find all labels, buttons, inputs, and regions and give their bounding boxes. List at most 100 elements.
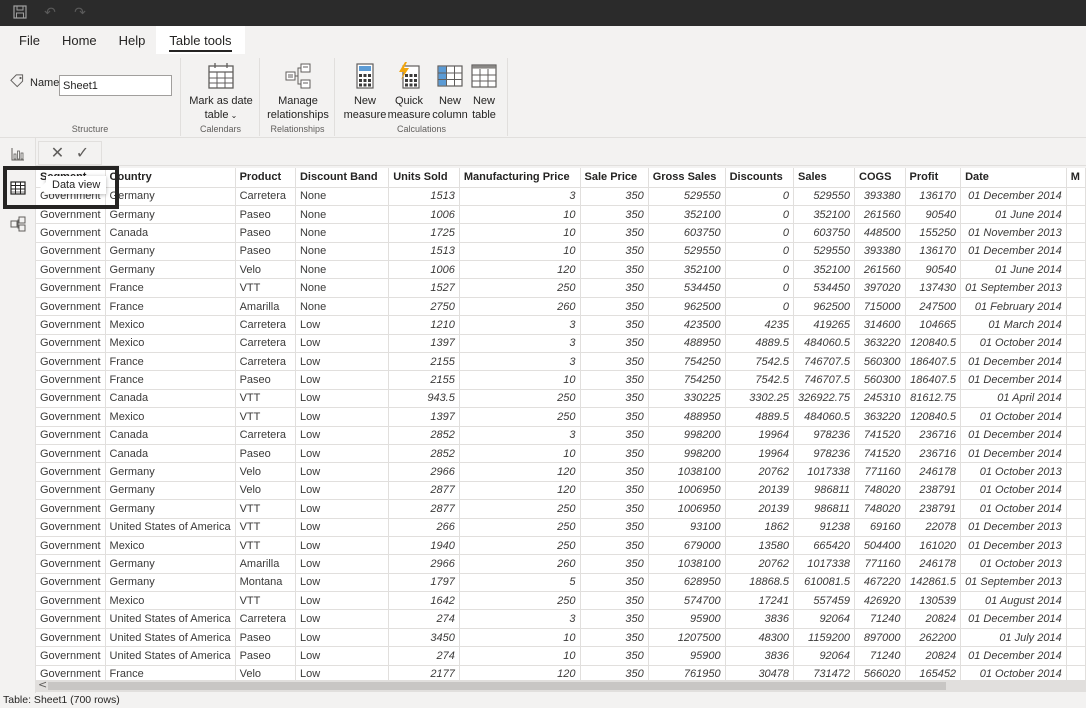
table-cell[interactable]: 104665	[905, 315, 962, 335]
table-cell[interactable]: Canada	[105, 223, 236, 243]
table-cell[interactable]: 4889.5	[725, 407, 795, 427]
table-cell[interactable]: 01 December 2014	[960, 187, 1067, 206]
table-cell[interactable]: 1513	[388, 187, 460, 206]
table-cell[interactable]: Government	[36, 573, 106, 593]
table-cell[interactable]: France	[105, 352, 236, 372]
table-cell[interactable]: 91238	[793, 518, 856, 537]
table-cell[interactable]: 448500	[854, 223, 906, 243]
table-cell[interactable]: 566020	[854, 665, 906, 680]
table-cell[interactable]: Low	[295, 665, 390, 680]
table-cell[interactable]: 3836	[725, 646, 795, 666]
table-cell[interactable]: 350	[580, 628, 649, 648]
table-cell[interactable]: 314600	[854, 315, 906, 335]
report-view-button[interactable]	[8, 144, 28, 164]
table-cell[interactable]: 0	[725, 187, 795, 206]
table-cell[interactable]: 1797	[388, 573, 460, 593]
table-cell[interactable]: 2852	[388, 426, 460, 445]
table-cell[interactable]: 260	[459, 554, 581, 574]
table-cell[interactable]: 186407.5	[905, 370, 962, 390]
table-cell[interactable]: 13580	[725, 536, 795, 556]
table-cell[interactable]: 679000	[648, 536, 726, 556]
table-cell[interactable]: 01 July 2014	[960, 628, 1067, 648]
table-cell[interactable]: Mexico	[105, 536, 236, 556]
table-cell[interactable]: 363220	[854, 334, 906, 354]
table-cell[interactable]: 2966	[388, 554, 460, 574]
table-cell[interactable]: VTT	[235, 591, 296, 611]
table-cell[interactable]: 01 December 2014	[960, 242, 1067, 262]
table-cell[interactable]	[1066, 315, 1086, 335]
table-cell[interactable]: 350	[580, 462, 649, 482]
table-cell[interactable]: 352100	[648, 260, 726, 280]
column-header[interactable]: Manufacturing Price	[459, 168, 581, 188]
table-cell[interactable]: Carretera	[235, 315, 296, 335]
table-cell[interactable]	[1066, 462, 1086, 482]
table-cell[interactable]: 161020	[905, 536, 962, 556]
table-cell[interactable]	[1066, 297, 1086, 317]
save-icon[interactable]	[12, 4, 28, 22]
table-cell[interactable]: 978236	[793, 426, 856, 445]
table-cell[interactable]: VTT	[235, 278, 296, 298]
table-cell[interactable]: 504400	[854, 536, 906, 556]
table-cell[interactable]: 397020	[854, 278, 906, 298]
table-cell[interactable]	[1066, 481, 1086, 501]
table-cell[interactable]: Government	[36, 370, 106, 390]
table-cell[interactable]: 350	[580, 591, 649, 611]
table-cell[interactable]: 250	[459, 407, 581, 427]
table-cell[interactable]: 998200	[648, 444, 726, 464]
table-cell[interactable]: 01 December 2014	[960, 609, 1067, 629]
table-cell[interactable]: Carretera	[235, 352, 296, 372]
table-cell[interactable]: 771160	[854, 462, 906, 482]
table-cell[interactable]: 274	[388, 609, 460, 629]
table-cell[interactable]: 20824	[905, 646, 962, 666]
table-cell[interactable]: Government	[36, 609, 106, 629]
table-cell[interactable]: 18868.5	[725, 573, 795, 593]
table-cell[interactable]	[1066, 352, 1086, 372]
table-cell[interactable]: 962500	[648, 297, 726, 317]
table-cell[interactable]	[1066, 242, 1086, 262]
table-cell[interactable]: Carretera	[235, 609, 296, 629]
table-cell[interactable]: 741520	[854, 426, 906, 445]
table-cell[interactable]: 330225	[648, 389, 726, 409]
table-cell[interactable]: 350	[580, 665, 649, 680]
table-cell[interactable]: 01 December 2013	[960, 518, 1067, 537]
table-cell[interactable]: 0	[725, 205, 795, 225]
table-cell[interactable]: 92064	[793, 609, 856, 629]
table-cell[interactable]: 81612.75	[905, 389, 962, 409]
table-cell[interactable]: 262200	[905, 628, 962, 648]
table-cell[interactable]: None	[295, 205, 390, 225]
table-cell[interactable]: 350	[580, 278, 649, 298]
table-cell[interactable]: 529550	[648, 187, 726, 206]
table-cell[interactable]: Paseo	[235, 242, 296, 262]
table-cell[interactable]: Carretera	[235, 334, 296, 354]
table-cell[interactable]: Low	[295, 499, 390, 519]
column-header[interactable]: Profit	[905, 168, 962, 188]
table-cell[interactable]: 01 December 2013	[960, 536, 1067, 556]
table-cell[interactable]: 529550	[793, 187, 856, 206]
table-cell[interactable]: Low	[295, 462, 390, 482]
table-cell[interactable]: 2750	[388, 297, 460, 317]
table-cell[interactable]: Government	[36, 205, 106, 225]
table-cell[interactable]: 137430	[905, 278, 962, 298]
table-cell[interactable]: 350	[580, 315, 649, 335]
column-header[interactable]: Sale Price	[580, 168, 649, 188]
table-cell[interactable]: 130539	[905, 591, 962, 611]
column-header[interactable]: Units Sold	[388, 168, 460, 188]
table-cell[interactable]: 557459	[793, 591, 856, 611]
table-cell[interactable]: 01 December 2014	[960, 352, 1067, 372]
table-cell[interactable]: 10	[459, 646, 581, 666]
table-cell[interactable]: 746707.5	[793, 352, 856, 372]
table-cell[interactable]: Government	[36, 260, 106, 280]
column-header[interactable]: Sales	[793, 168, 856, 188]
table-cell[interactable]	[1066, 444, 1086, 464]
table-cell[interactable]: 0	[725, 223, 795, 243]
table-cell[interactable]: 1017338	[793, 554, 856, 574]
table-cell[interactable]: Paseo	[235, 628, 296, 648]
table-cell[interactable]: 19964	[725, 426, 795, 445]
table-cell[interactable]: 246178	[905, 462, 962, 482]
table-cell[interactable]: 95900	[648, 609, 726, 629]
table-cell[interactable]: 423500	[648, 315, 726, 335]
table-cell[interactable]: 731472	[793, 665, 856, 680]
table-cell[interactable]: Low	[295, 334, 390, 354]
table-cell[interactable]: 350	[580, 444, 649, 464]
table-cell[interactable]: Paseo	[235, 444, 296, 464]
